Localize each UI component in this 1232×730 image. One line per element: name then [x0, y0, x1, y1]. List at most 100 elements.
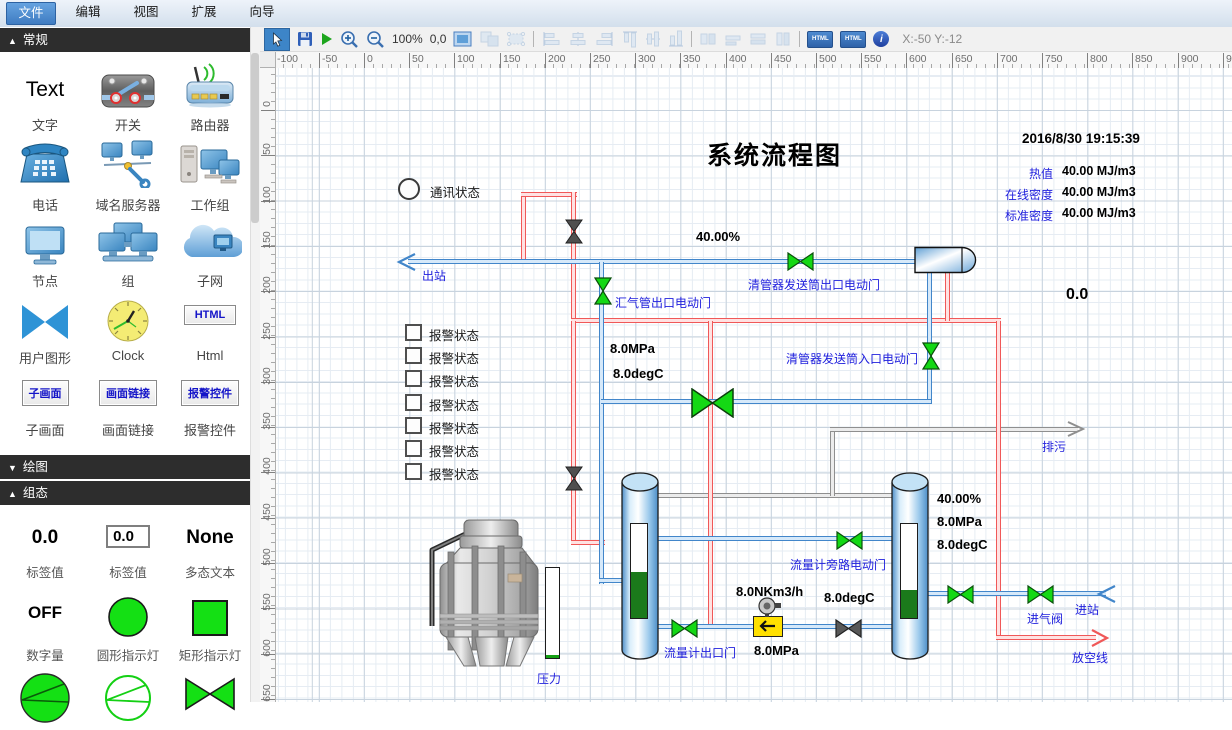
palette-item-tag-value[interactable]: 0.0	[5, 527, 85, 549]
menu-view[interactable]: 视图	[122, 2, 170, 23]
palette-item-subnet[interactable]	[170, 221, 250, 270]
percent-right-value[interactable]: 40.00%	[937, 491, 981, 506]
pipe-blowdown-riser[interactable]	[830, 429, 835, 496]
info-label[interactable]: 热值	[993, 165, 1053, 182]
palette-item-dns-server[interactable]	[88, 140, 168, 193]
pig-inlet-motor-valve[interactable]	[922, 342, 940, 370]
align-right-icon[interactable]	[595, 29, 615, 49]
palette-item-node[interactable]	[5, 225, 85, 272]
alarm-checkbox[interactable]	[405, 370, 422, 387]
temp-low-value[interactable]: 8.0degC	[824, 590, 875, 605]
blowdown-label[interactable]: 排污	[1042, 438, 1066, 455]
pipe-blue-cross-header[interactable]	[601, 399, 931, 404]
inlet-valve-label[interactable]: 进气阀	[1027, 610, 1063, 627]
palette-item-round-indicator[interactable]	[88, 596, 168, 643]
vent-line-label[interactable]: 放空线	[1072, 649, 1108, 666]
palette-item-alarm-control[interactable]: 报警控件	[170, 380, 250, 406]
pipe-red-down[interactable]	[571, 321, 576, 543]
pressure-mid-value[interactable]: 8.0MPa	[610, 341, 655, 356]
tank-outlet-valve[interactable]	[947, 585, 974, 604]
ungroup-icon[interactable]	[506, 29, 526, 49]
pipe-red-right-leg[interactable]	[571, 192, 576, 321]
palette-item-switch[interactable]	[88, 70, 168, 117]
pipe-blue-left-drop[interactable]	[599, 262, 604, 584]
inlet-gas-valve[interactable]	[1027, 585, 1054, 604]
sidebar-scrollbar-thumb[interactable]	[251, 53, 259, 223]
pressure-right-value[interactable]: 8.0MPa	[937, 514, 982, 529]
section-config[interactable]: ▲组态	[0, 481, 250, 505]
zero-value[interactable]: 0.0	[1066, 286, 1088, 304]
meter-outlet-valve-label[interactable]: 流量计出口门	[664, 644, 736, 661]
palette-item-clock[interactable]	[88, 299, 168, 348]
same-width-icon[interactable]	[699, 29, 717, 49]
bypass-valve-label[interactable]: 流量计旁路电动门	[790, 556, 886, 573]
palette-item-rect-indicator[interactable]	[170, 599, 250, 642]
pipe-blowdown-out[interactable]	[830, 427, 1078, 432]
menu-file[interactable]: 文件	[6, 2, 56, 25]
timestamp[interactable]: 2016/8/30 19:15:39	[1022, 131, 1140, 146]
level-gauge-right[interactable]	[900, 523, 918, 619]
flow-meter[interactable]	[753, 616, 783, 637]
alarm-checkbox[interactable]	[405, 440, 422, 457]
meter-inlet-closed-valve[interactable]	[835, 619, 862, 638]
align-left-icon[interactable]	[541, 29, 561, 49]
pipe-red-header[interactable]	[571, 318, 1001, 323]
equal-vspace-icon[interactable]	[774, 29, 792, 49]
palette-item-router[interactable]	[170, 62, 250, 117]
palette-item-user-graphic[interactable]	[5, 303, 85, 346]
info-value[interactable]: 40.00 MJ/m3	[1062, 164, 1136, 178]
alarm-checkbox[interactable]	[405, 347, 422, 364]
html-preview-icon[interactable]: HTML	[840, 31, 866, 48]
temp-right-value[interactable]: 8.0degC	[937, 537, 988, 552]
pipe-vent-line[interactable]	[996, 635, 1096, 640]
pipe-red-vessel-drop[interactable]	[945, 271, 950, 321]
info-label[interactable]: 标准密度	[993, 207, 1053, 224]
closed-valve-top[interactable]	[565, 219, 583, 244]
palette-item-group[interactable]	[88, 221, 168, 272]
pipe-red-left-leg[interactable]	[521, 194, 526, 260]
pressure-bar-gauge[interactable]	[545, 567, 560, 659]
pig-inlet-valve-label[interactable]: 清管器发送筒入口电动门	[786, 350, 918, 367]
palette-item-multistate-text[interactable]: None	[170, 527, 250, 549]
menu-extend[interactable]: 扩展	[180, 2, 228, 23]
group-icon[interactable]	[479, 29, 499, 49]
pointer-tool-button[interactable]	[264, 28, 290, 51]
palette-item-digital[interactable]: OFF	[5, 603, 85, 623]
meter-bypass-valve[interactable]	[836, 531, 863, 550]
cross-header-valve[interactable]	[691, 388, 734, 418]
level-gauge-left[interactable]	[630, 523, 648, 619]
zoom-out-icon[interactable]	[366, 29, 385, 49]
panel-icon[interactable]	[453, 29, 472, 49]
zoom-in-icon[interactable]	[340, 29, 359, 49]
alarm-checkbox[interactable]	[405, 463, 422, 480]
align-middle-icon[interactable]	[645, 29, 661, 49]
meter-outlet-valve[interactable]	[671, 619, 698, 638]
run-icon[interactable]	[320, 29, 333, 49]
header-outlet-motor-valve[interactable]	[594, 277, 612, 305]
section-drawing[interactable]: ▼绘图	[0, 455, 250, 479]
pressure-low-value[interactable]: 8.0MPa	[754, 643, 799, 658]
palette-item-screen-link[interactable]: 画面链接	[88, 380, 168, 406]
flow-rate-value[interactable]: 8.0NKm3/h	[736, 584, 803, 599]
alarm-checkbox[interactable]	[405, 324, 422, 341]
comm-status-indicator[interactable]	[398, 178, 420, 200]
alarm-checkbox[interactable]	[405, 417, 422, 434]
closed-valve-mid[interactable]	[565, 466, 583, 491]
align-bottom-icon[interactable]	[668, 29, 684, 49]
info-value[interactable]: 40.00 MJ/m3	[1062, 206, 1136, 220]
pipe-outlet-main[interactable]	[408, 259, 915, 264]
equal-hspace-icon[interactable]	[749, 29, 767, 49]
palette-item-html[interactable]: HTML	[170, 305, 250, 325]
info-label[interactable]: 在线密度	[993, 186, 1053, 203]
outlet-label[interactable]: 出站	[422, 267, 446, 284]
pig-launcher-vessel[interactable]	[913, 246, 979, 274]
pipe-blowdown-lower[interactable]	[657, 493, 893, 498]
temp-mid-value[interactable]: 8.0degC	[613, 366, 664, 381]
info-value[interactable]: 40.00 MJ/m3	[1062, 185, 1136, 199]
align-top-icon[interactable]	[622, 29, 638, 49]
alarm-checkbox[interactable]	[405, 394, 422, 411]
pipe-blue-vessel-drop[interactable]	[927, 271, 932, 404]
pig-outlet-motor-valve[interactable]	[787, 252, 814, 271]
section-general[interactable]: ▲常规	[0, 28, 250, 52]
menu-wizard[interactable]: 向导	[238, 2, 286, 23]
